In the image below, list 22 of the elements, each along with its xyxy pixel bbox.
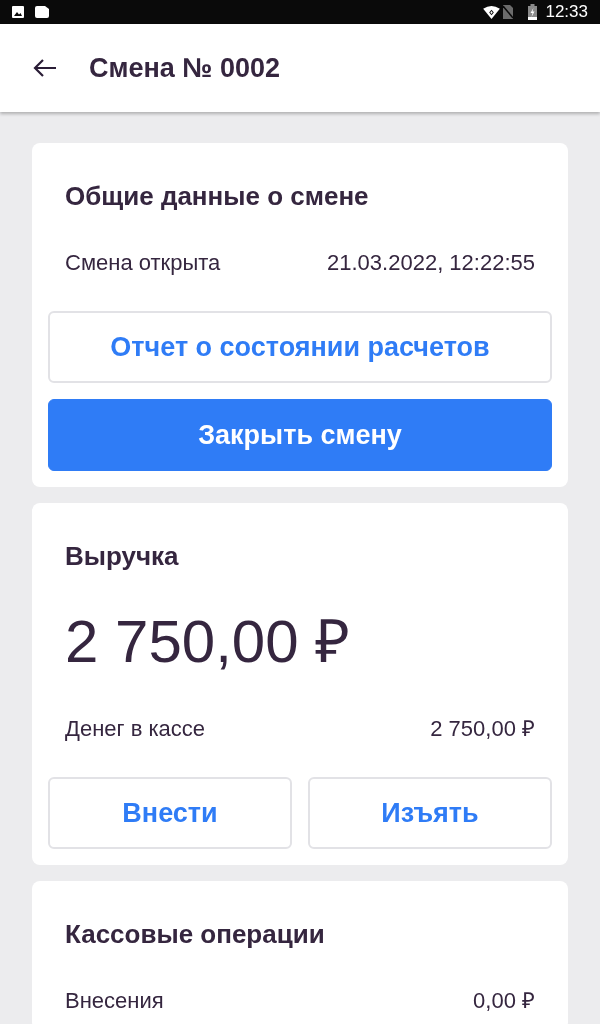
row-value: 0,00 ₽	[473, 988, 535, 1014]
card-title: Общие данные о смене	[64, 180, 370, 212]
action-button[interactable]: Изъять	[308, 777, 552, 849]
row-label: Денег в кассе	[65, 716, 206, 742]
row-label: Внесения	[65, 988, 164, 1014]
message-icon	[34, 6, 50, 18]
action-button[interactable]: Закрыть смену	[48, 399, 552, 471]
card-title: Кассовые операции	[64, 918, 326, 950]
status-time: 12:33	[545, 2, 588, 22]
row-value: 2 750,00 ₽	[430, 716, 535, 742]
battery-charging-icon	[528, 4, 538, 20]
action-button[interactable]: Внести	[48, 777, 292, 849]
wifi-icon	[483, 5, 501, 19]
action-button[interactable]: Отчет о состоянии расчетов	[48, 311, 552, 383]
amount-text: 2 750,00 ₽	[64, 608, 352, 676]
no-sim-icon	[503, 5, 514, 19]
row-value: 21.03.2022, 12:22:55	[327, 250, 535, 276]
back-arrow-icon	[33, 58, 57, 78]
page-title: Смена № 0002	[89, 51, 280, 85]
image-icon	[12, 6, 24, 18]
row-label: Смена открыта	[65, 250, 221, 276]
card-title: Выручка	[64, 540, 180, 572]
